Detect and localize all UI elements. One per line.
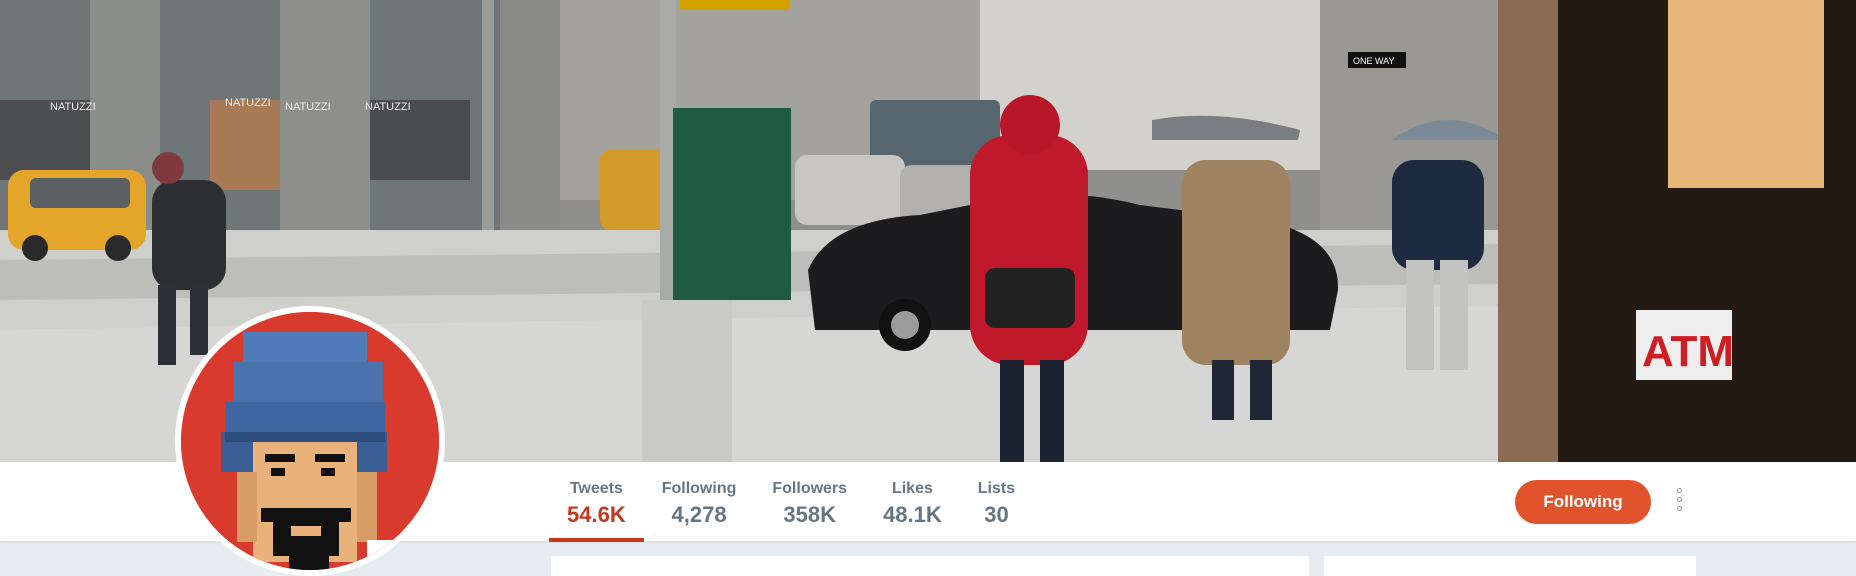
avatar[interactable] [175,306,445,576]
stat-label: Likes [891,480,933,497]
atm-sign: ATM [1642,327,1734,376]
stat-value: 30 [984,502,1009,527]
stat-label: Followers [772,480,848,497]
storefront-sign: NATUZZI [285,101,331,113]
stat-label: Lists [977,480,1016,497]
following-button[interactable]: Following [1515,480,1651,524]
stat-likes[interactable]: Likes 48.1K [865,462,960,542]
stat-label: Tweets [569,480,623,497]
timeline-card [551,556,1309,576]
storefront-sign: NATUZZI [50,101,96,113]
stat-value: 48.1K [883,502,942,527]
stat-following[interactable]: Following 4,278 [644,462,755,542]
stat-lists[interactable]: Lists 30 [960,462,1033,542]
sidebar-card [1324,556,1696,576]
stat-value: 358K [783,502,837,527]
storefront-sign: NATUZZI [225,97,271,109]
stat-value: 54.6K [567,502,626,527]
stat-label: Following [661,480,737,497]
stat-followers[interactable]: Followers 358K [754,462,865,542]
stat-tweets[interactable]: Tweets 54.6K [549,462,644,542]
pixel-portrait [181,312,439,570]
profile-stats: Tweets 54.6K Following 4,278 Followers 3… [549,462,1033,542]
vertical-dots-icon[interactable] [1667,484,1691,520]
one-way-sign: ONE WAY [1353,56,1395,66]
storefront-sign: NATUZZI [365,101,411,113]
stat-value: 4,278 [671,502,727,527]
pixel-art-face-icon [181,312,439,570]
